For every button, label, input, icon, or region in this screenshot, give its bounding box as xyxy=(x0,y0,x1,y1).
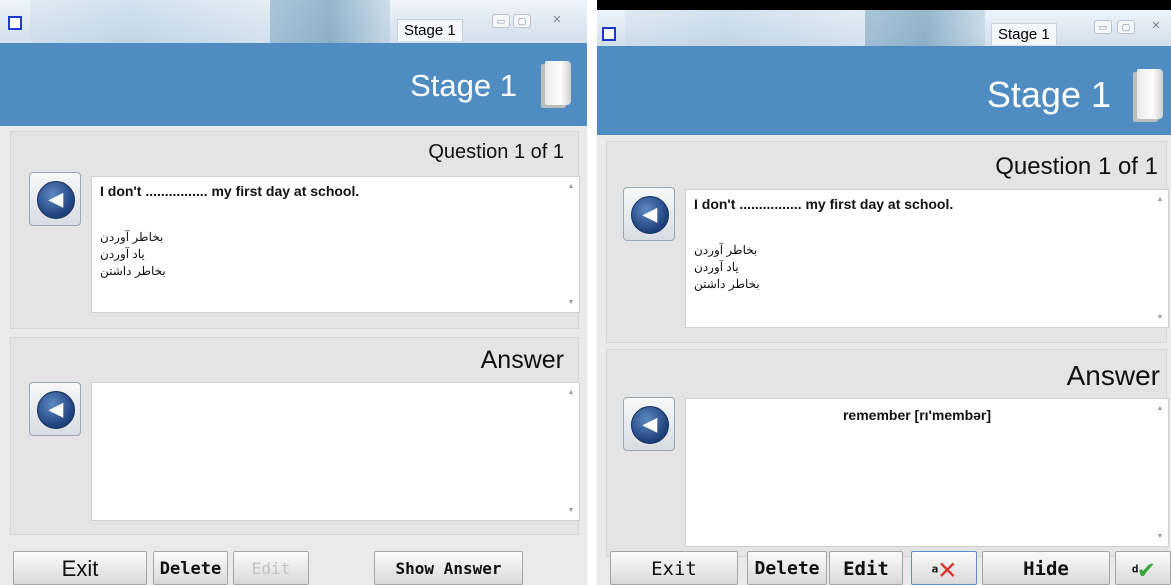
question-counter: Question 1 of 1 xyxy=(428,141,564,163)
close-icon[interactable]: ✕ xyxy=(1148,20,1164,32)
question-textbox[interactable]: I don't ................ my first day at… xyxy=(685,189,1169,328)
option-item: بخاطر داشتن xyxy=(694,277,760,291)
edit-button[interactable]: Edit xyxy=(829,551,903,585)
options-list: بخاطر آوردن یاد آوردن بخاطر داشتن xyxy=(694,242,760,293)
answer-textbox[interactable]: ▲ ▼ xyxy=(91,382,580,521)
speaker-icon: ◀ xyxy=(37,181,75,219)
stage-header: Stage 1 xyxy=(0,43,587,126)
answer-text: remember [rı'membər] xyxy=(842,407,992,423)
question-speaker-button[interactable]: ◀ xyxy=(623,187,675,241)
show-answer-button[interactable]: Show Answer xyxy=(374,551,523,585)
scroll-down-icon[interactable]: ▼ xyxy=(565,299,577,306)
scroll-up-icon[interactable]: ▲ xyxy=(1154,196,1166,203)
question-text: I don't ................ my first day at… xyxy=(694,196,954,212)
answer-panel: Answer ◀ ▲ ▼ xyxy=(10,337,580,535)
speaker-icon: ◀ xyxy=(631,196,669,234)
stage-title: Stage 1 xyxy=(410,68,517,103)
scrollbar[interactable]: ▲ ▼ xyxy=(1154,399,1166,546)
scroll-down-icon[interactable]: ▼ xyxy=(565,507,577,514)
scrollbar[interactable]: ▲ ▼ xyxy=(565,177,577,312)
option-item: بخاطر آوردن xyxy=(694,243,758,257)
maximize-icon[interactable]: ▢ xyxy=(513,14,531,28)
question-counter: Question 1 of 1 xyxy=(995,153,1158,180)
question-text: I don't ................ my first day at… xyxy=(100,183,360,199)
answer-speaker-button[interactable]: ◀ xyxy=(29,382,81,436)
mark-wrong-button[interactable]: a✕ xyxy=(911,551,977,585)
close-icon[interactable]: ✕ xyxy=(549,14,565,26)
mark-right-button[interactable]: d✔ xyxy=(1115,551,1171,585)
option-item: یاد آوردن xyxy=(100,247,145,261)
scroll-up-icon[interactable]: ▲ xyxy=(565,183,577,190)
answer-textbox[interactable]: remember [rı'membər] ▲ ▼ xyxy=(685,398,1169,547)
title-bar: Stage 1 ▭ ▢ ✕ xyxy=(0,0,587,43)
question-panel: Question 1 of 1 ◀ I don't ..............… xyxy=(606,141,1169,343)
red-x-icon: ✕ xyxy=(938,551,957,585)
answer-panel: Answer ◀ remember [rı'membər] ▲ ▼ xyxy=(606,349,1169,557)
answer-label: Answer xyxy=(480,346,564,374)
speaker-icon: ◀ xyxy=(631,406,669,444)
answer-speaker-button[interactable]: ◀ xyxy=(623,397,675,451)
option-item: یاد آوردن xyxy=(694,260,739,274)
scroll-up-icon[interactable]: ▲ xyxy=(565,389,577,396)
app-icon[interactable] xyxy=(602,27,616,41)
question-textbox[interactable]: I don't ................ my first day at… xyxy=(91,176,580,313)
scrollbar[interactable]: ▲ ▼ xyxy=(565,383,577,520)
minimize-icon[interactable]: ▭ xyxy=(492,14,510,28)
option-item: بخاطر داشتن xyxy=(100,264,166,278)
exit-button[interactable]: Exit xyxy=(13,551,147,585)
question-panel: Question 1 of 1 ◀ I don't ..............… xyxy=(10,131,580,329)
scroll-down-icon[interactable]: ▼ xyxy=(1154,533,1166,540)
left-window: Stage 1 ▭ ▢ ✕ Stage 1 Question 1 of 1 ◀ … xyxy=(0,0,587,585)
book-icon xyxy=(545,61,571,105)
scroll-down-icon[interactable]: ▼ xyxy=(1154,314,1166,321)
delete-button[interactable]: Delete xyxy=(747,551,827,585)
option-item: بخاطر آوردن xyxy=(100,230,164,244)
scroll-up-icon[interactable]: ▲ xyxy=(1154,405,1166,412)
delete-button[interactable]: Delete xyxy=(153,551,228,585)
exit-button[interactable]: Exit xyxy=(610,551,738,585)
right-window: Stage 1 ▭ ▢ ✕ Stage 1 Question 1 of 1 ◀ … xyxy=(597,0,1171,585)
window-tab[interactable]: Stage 1 xyxy=(397,19,463,41)
title-bar: Stage 1 ▭ ▢ ✕ xyxy=(597,10,1171,46)
book-icon xyxy=(1137,69,1163,119)
green-check-icon: ✔ xyxy=(1138,554,1155,585)
answer-label: Answer xyxy=(1066,360,1160,391)
edit-button: Edit xyxy=(233,551,309,585)
hide-button[interactable]: Hide xyxy=(982,551,1110,585)
stage-title: Stage 1 xyxy=(986,74,1111,115)
options-list: بخاطر آوردن یاد آوردن بخاطر داشتن xyxy=(100,229,166,280)
app-icon xyxy=(8,16,22,30)
stage-header: Stage 1 xyxy=(597,46,1171,135)
window-tab[interactable]: Stage 1 xyxy=(991,23,1057,45)
minimize-icon[interactable]: ▭ xyxy=(1094,20,1112,34)
scrollbar[interactable]: ▲ ▼ xyxy=(1154,190,1166,327)
maximize-icon[interactable]: ▢ xyxy=(1117,20,1135,34)
question-speaker-button[interactable]: ◀ xyxy=(29,172,81,226)
speaker-icon: ◀ xyxy=(37,391,75,429)
